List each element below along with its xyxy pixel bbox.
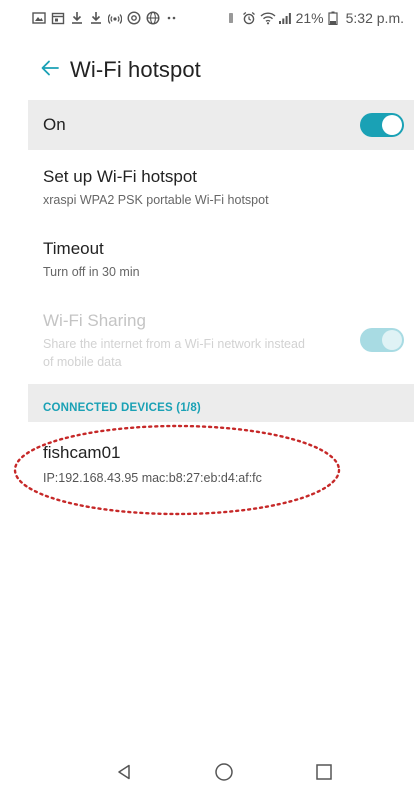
- hotspot-toggle[interactable]: [360, 113, 404, 137]
- square-recents-icon: [315, 763, 333, 786]
- setting-summary: Turn off in 30 min: [43, 265, 140, 279]
- system-status: 21% 5:32 p.m.: [224, 10, 404, 26]
- wifi-sharing-toggle: [360, 328, 404, 352]
- download-icon: [70, 11, 84, 25]
- vibrate-icon: [224, 11, 238, 25]
- wifi-sharing-item: Wi-Fi Sharing Share the internet from a …: [28, 310, 414, 371]
- arrow-left-icon: [40, 58, 60, 83]
- toggle-knob: [382, 330, 402, 350]
- status-bar: 21% 5:32 p.m.: [0, 0, 414, 36]
- circle-home-icon: [214, 762, 234, 787]
- timeout-item[interactable]: Timeout Turn off in 30 min: [28, 238, 414, 281]
- calendar-notification-icon: [51, 11, 65, 25]
- at-sign-icon: [127, 11, 141, 25]
- wifi-icon: [260, 11, 276, 25]
- back-button[interactable]: [30, 50, 70, 90]
- alarm-icon: [242, 11, 256, 25]
- more-notifications-icon: [165, 11, 179, 25]
- download-icon: [89, 11, 103, 25]
- setting-summary: Share the internet from a Wi-Fi network …: [43, 337, 305, 369]
- setup-hotspot-item[interactable]: Set up Wi-Fi hotspot xraspi WPA2 PSK por…: [28, 166, 414, 209]
- triangle-back-icon: [115, 763, 133, 786]
- device-name: fishcam01: [43, 443, 121, 462]
- nav-back-button[interactable]: [112, 762, 136, 786]
- clock: 5:32 p.m.: [345, 10, 404, 26]
- image-notification-icon: [32, 11, 46, 25]
- battery-icon: [328, 11, 342, 25]
- navigation-bar: [0, 750, 414, 796]
- toggle-knob: [382, 115, 402, 135]
- battery-percent: 21%: [295, 10, 324, 26]
- nav-home-button[interactable]: [212, 762, 236, 786]
- connected-devices-header: CONNECTED DEVICES (1/8): [43, 402, 201, 414]
- app-bar: Wi-Fi hotspot: [0, 48, 414, 92]
- page-title: Wi-Fi hotspot: [70, 57, 201, 82]
- hotspot-master-switch-row[interactable]: On: [28, 100, 414, 150]
- setting-summary: xraspi WPA2 PSK portable Wi-Fi hotspot: [43, 193, 269, 207]
- setting-title: Set up Wi-Fi hotspot: [43, 167, 198, 186]
- cell-signal-icon: [278, 11, 292, 25]
- globe-icon: [146, 11, 160, 25]
- master-switch-label: On: [43, 115, 66, 134]
- notification-icons: [32, 11, 179, 25]
- connected-device-item[interactable]: fishcam01 IP:192.168.43.95 mac:b8:27:eb:…: [43, 442, 262, 486]
- setting-title: Wi-Fi Sharing: [43, 311, 146, 330]
- nav-recents-button[interactable]: [312, 762, 336, 786]
- setting-title: Timeout: [43, 239, 104, 258]
- device-address: IP:192.168.43.95 mac:b8:27:eb:d4:af:fc: [43, 471, 262, 485]
- hotspot-notification-icon: [108, 11, 122, 25]
